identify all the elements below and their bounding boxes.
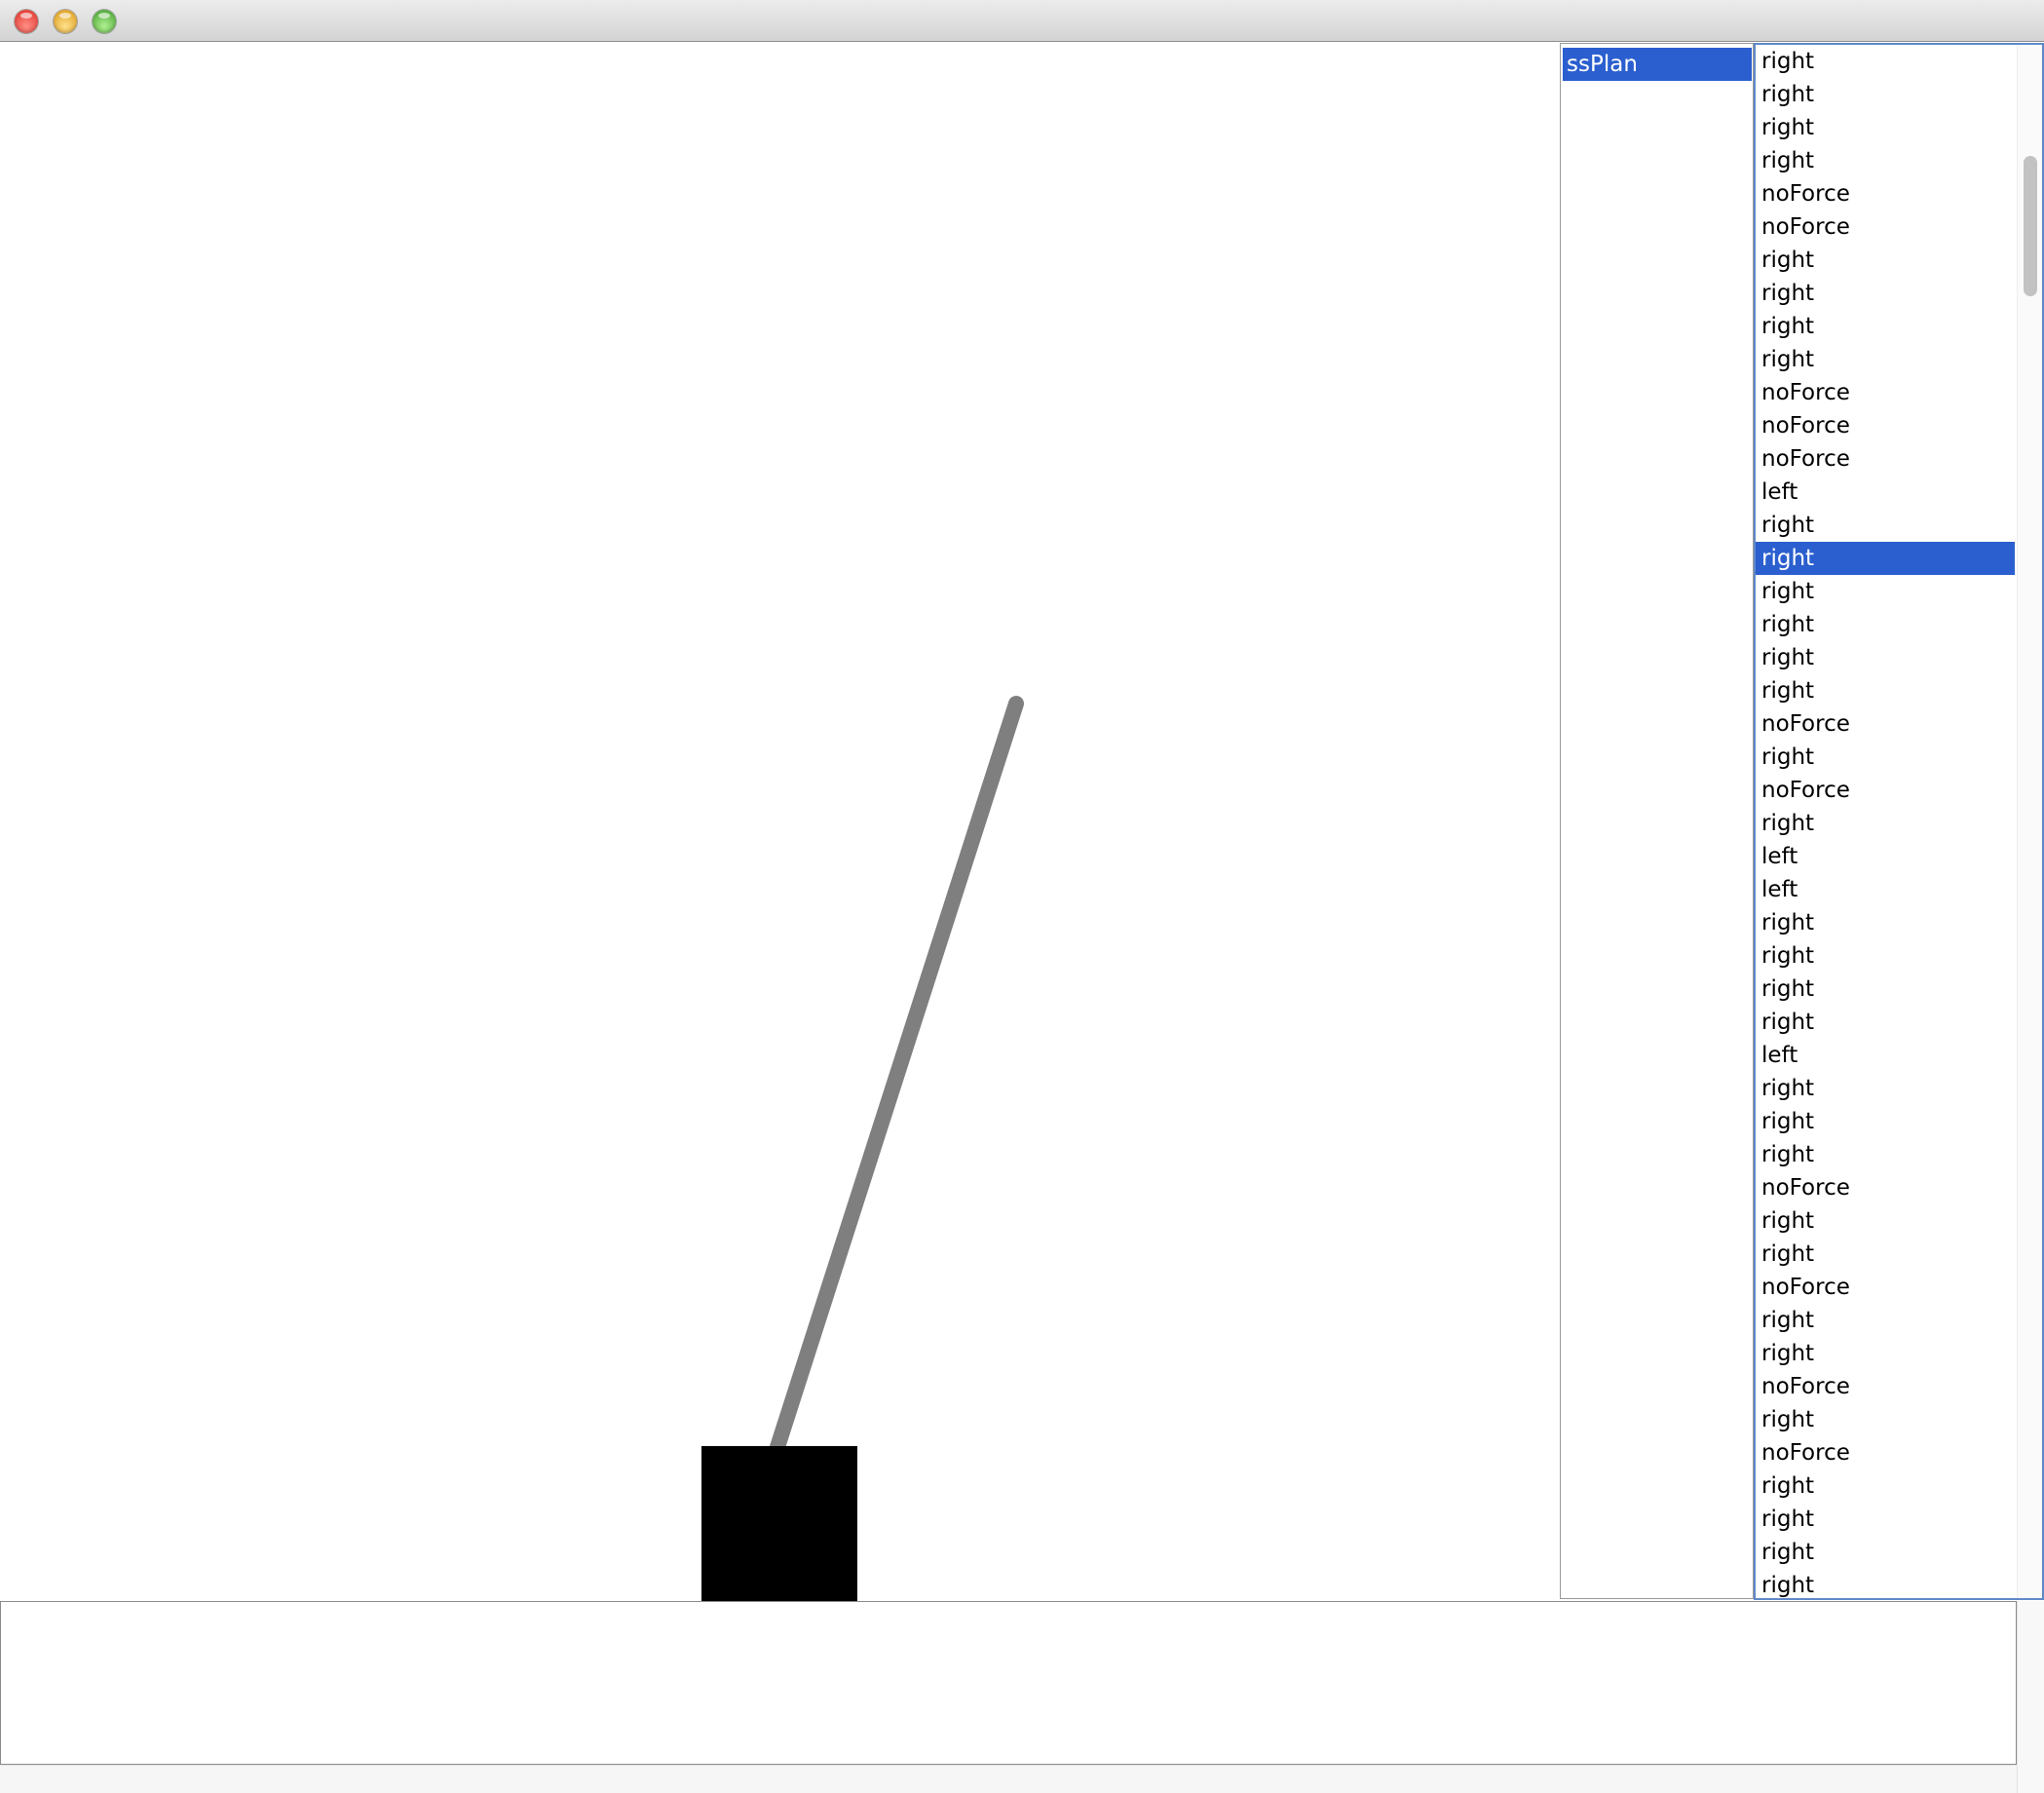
action-list-item[interactable]: noForce	[1756, 376, 2015, 409]
plan-list[interactable]: ssPlan	[1560, 43, 1754, 1599]
action-list-item[interactable]: right	[1756, 1536, 2015, 1569]
simulation-drawing	[701, 696, 1024, 1602]
action-list-item[interactable]: noForce	[1756, 409, 2015, 442]
action-list-item[interactable]: right	[1756, 1204, 2015, 1238]
action-list-item[interactable]: right	[1756, 1072, 2015, 1105]
action-list-item[interactable]: noForce	[1756, 707, 2015, 741]
zoom-window-button[interactable]	[93, 10, 116, 33]
action-list-item[interactable]: right	[1756, 1469, 2015, 1503]
action-list-item[interactable]: right	[1756, 343, 2015, 376]
action-list-item[interactable]: left	[1756, 476, 2015, 509]
action-list-item[interactable]: right	[1756, 575, 2015, 608]
action-list-item[interactable]: right	[1756, 45, 2015, 78]
close-window-button[interactable]	[15, 10, 38, 33]
action-list-item[interactable]: right	[1756, 608, 2015, 641]
action-list-item[interactable]: right	[1756, 144, 2015, 177]
action-list-item[interactable]: right	[1756, 1105, 2015, 1138]
action-list-scroll-thumb[interactable]	[2024, 156, 2037, 296]
action-list-item[interactable]: noForce	[1756, 1436, 2015, 1469]
pole	[770, 696, 1024, 1455]
action-list-item[interactable]: right	[1756, 277, 2015, 310]
app-window: ssPlan right right right right noForce noForc…	[0, 0, 2044, 1793]
action-list-item[interactable]: right	[1756, 310, 2015, 343]
action-list-item[interactable]: right	[1756, 807, 2015, 840]
action-list-item[interactable]: right	[1756, 1304, 2015, 1337]
action-list-item[interactable]: right	[1756, 1503, 2015, 1536]
action-list-item[interactable]: noForce	[1756, 210, 2015, 244]
horizontal-scrollbar[interactable]	[0, 1765, 2017, 1793]
action-list-item[interactable]: right	[1756, 1238, 2015, 1271]
action-list-item[interactable]: left	[1756, 873, 2015, 906]
action-list-item[interactable]: right	[1756, 973, 2015, 1006]
action-list-scrollbar[interactable]	[2017, 45, 2042, 1598]
action-list-item[interactable]: left	[1756, 1039, 2015, 1072]
action-list-item[interactable]: right	[1756, 78, 2015, 111]
minimize-window-button[interactable]	[54, 10, 77, 33]
action-list-item[interactable]: right	[1756, 1337, 2015, 1370]
action-list-item[interactable]: right	[1756, 674, 2015, 707]
action-list-item[interactable]: right	[1756, 641, 2015, 674]
action-list-item[interactable]: noForce	[1756, 1271, 2015, 1304]
action-list-item[interactable]: right	[1756, 1138, 2015, 1171]
plan-list-item[interactable]: ssPlan	[1563, 48, 1752, 81]
action-list-item[interactable]: right	[1756, 509, 2015, 542]
cartpole-simulation-canvas	[0, 43, 1560, 1602]
title-bar	[0, 0, 2044, 42]
action-list-item[interactable]: right	[1756, 1569, 2015, 1598]
action-list-item[interactable]: noForce	[1756, 1171, 2015, 1204]
action-list-item[interactable]: right	[1756, 906, 2015, 939]
action-list-item[interactable]: right	[1756, 741, 2015, 774]
action-list-item[interactable]: right	[1756, 542, 2015, 575]
output-text-area[interactable]	[0, 1601, 2017, 1765]
action-list-item[interactable]: right	[1756, 244, 2015, 277]
cart	[701, 1446, 857, 1602]
action-list[interactable]: right right right right noForce noForce right r…	[1754, 43, 2044, 1600]
action-list-item[interactable]: right	[1756, 111, 2015, 144]
action-list-item[interactable]: noForce	[1756, 774, 2015, 807]
action-list-item[interactable]: right	[1756, 1006, 2015, 1039]
action-list-item[interactable]: noForce	[1756, 1370, 2015, 1403]
action-list-item[interactable]: right	[1756, 1403, 2015, 1436]
vertical-scrollbar[interactable]	[2017, 1601, 2044, 1793]
action-list-item[interactable]: right	[1756, 939, 2015, 973]
action-list-item[interactable]: left	[1756, 840, 2015, 873]
action-list-item[interactable]: noForce	[1756, 442, 2015, 476]
action-list-item[interactable]: noForce	[1756, 177, 2015, 210]
